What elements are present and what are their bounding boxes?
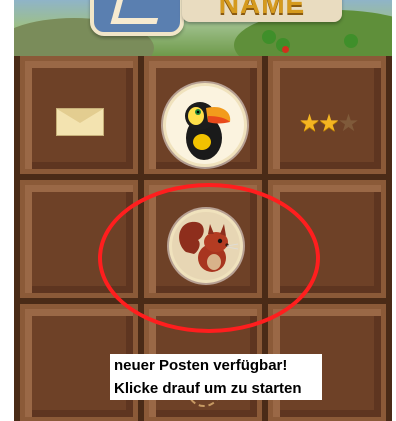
banner-title: NAME bbox=[218, 0, 306, 19]
game-frame: NAME ★★★ neuer Posten verfügbar! Klicke … bbox=[14, 0, 392, 421]
star-filled-icon: ★ bbox=[318, 109, 339, 137]
rating-stars: ★★★ bbox=[286, 108, 370, 138]
envelope-icon bbox=[56, 108, 104, 136]
highlight-ring bbox=[98, 183, 320, 333]
back-shield-button[interactable] bbox=[90, 0, 184, 36]
tooltip-line-2: Klicke drauf um zu starten bbox=[114, 380, 302, 397]
toucan-medal[interactable] bbox=[164, 84, 246, 166]
star-icon: ★★★ bbox=[298, 109, 359, 138]
clover-decoration bbox=[344, 34, 358, 48]
star-empty-icon: ★ bbox=[337, 109, 359, 137]
title-plate: NAME bbox=[182, 0, 342, 22]
clover-decoration bbox=[262, 30, 276, 44]
star-filled-icon: ★ bbox=[298, 109, 320, 137]
toucan-icon bbox=[166, 86, 244, 164]
header-banner: NAME bbox=[14, 0, 392, 56]
berry-decoration bbox=[282, 46, 289, 53]
new-post-tooltip: neuer Posten verfügbar! Klicke drauf um … bbox=[110, 354, 322, 400]
mail-tile-icon[interactable] bbox=[50, 107, 110, 137]
tooltip-line-1: neuer Posten verfügbar! bbox=[114, 357, 288, 374]
